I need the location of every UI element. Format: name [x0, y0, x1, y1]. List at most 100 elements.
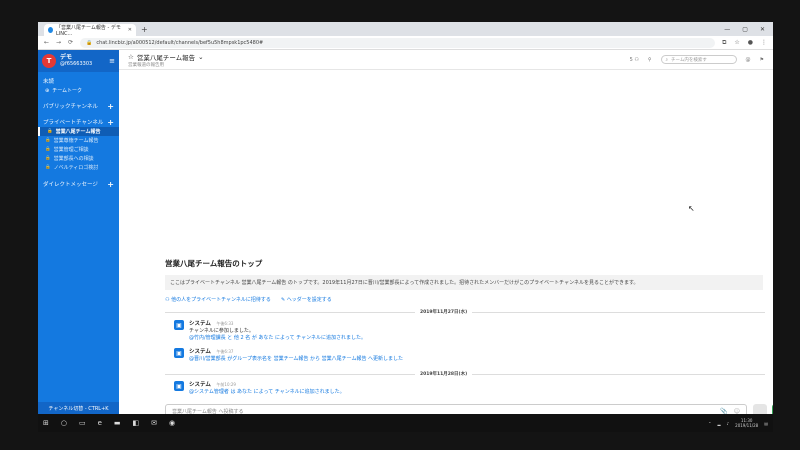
section-private[interactable]: プライベートチャンネル +	[38, 117, 119, 127]
post-meta: システム 午後6:33	[189, 320, 366, 328]
favicon-icon	[48, 27, 53, 33]
members-icon: ⚇	[634, 56, 639, 63]
section-private-label: プライベートチャンネル	[43, 120, 104, 126]
forward-icon[interactable]: →	[56, 39, 61, 46]
team-header[interactable]: T デモ @f65663303 ≡	[38, 50, 119, 72]
reload-icon[interactable]: ⟳	[68, 39, 73, 46]
lock-icon: 🔒	[47, 129, 53, 134]
store-icon[interactable]: ◧	[133, 419, 140, 427]
date-label: 2019年11月27日(水)	[415, 309, 473, 315]
more-icon[interactable]: ⋮	[761, 39, 767, 47]
lock-icon: 🔒	[45, 138, 51, 143]
sidebar-item-channel[interactable]: 🔒 営業尊徳チーム報告	[38, 136, 119, 145]
avatar: T	[42, 54, 56, 68]
tray-up-icon[interactable]: ⌃	[708, 421, 711, 426]
sidebar-item-label: 営業尊徳チーム報告	[53, 138, 99, 144]
channel-header: ☆ 営業八尾チーム報告 ⌄ 営業報道の報告用 5 ⚇ ⚲ ⌕ チーム内を検索す …	[119, 50, 773, 70]
system-tray: ⌃ ▂ ♪ 11:30 2019/11/28 ▤	[708, 418, 768, 428]
chrome-icon[interactable]: ◉	[169, 419, 175, 427]
sidebar-item-channel[interactable]: 🔒 営業管理ご相談	[38, 145, 119, 154]
search-input[interactable]: ⌕ チーム内を検索す	[660, 55, 737, 64]
sidebar-item-label: チームトーク	[52, 88, 83, 94]
date-separator: 2019年11月28日(木)	[165, 371, 765, 377]
add-direct-message-icon[interactable]: +	[107, 180, 114, 189]
sidebar-item-channel[interactable]: 🔒 ノベルティロゴ検討	[38, 163, 119, 172]
channel-view: ☆ 営業八尾チーム報告 ⌄ 営業報道の報告用 5 ⚇ ⚲ ⌕ チーム内を検索す …	[119, 50, 773, 432]
network-icon[interactable]: ▂	[718, 421, 721, 426]
member-count-button[interactable]: 5 ⚇	[630, 57, 639, 63]
channel-title-button[interactable]: ☆ 営業八尾チーム報告 ⌄	[128, 52, 204, 62]
windows-start-icon[interactable]: ⊞	[43, 419, 49, 427]
invite-members-link[interactable]: ⚇ 他の人をプライベートチャンネルに招待する	[165, 296, 271, 303]
channel-switcher[interactable]: チャンネル切替 - CTRL+K	[38, 402, 119, 414]
browser-tab[interactable]: 「営業八尾チーム報告 - デモ LINC... ✕	[44, 24, 136, 37]
sidebar-item-label: ノベルティロゴ検討	[53, 165, 99, 171]
invite-members-label: 他の人をプライベートチャンネルに招待する	[171, 297, 271, 303]
section-direct-label: ダイレクトメッセージ	[43, 182, 98, 188]
maximize-button[interactable]: ▢	[742, 26, 748, 33]
task-view-icon[interactable]: ▭	[79, 419, 86, 427]
edge-icon[interactable]: e	[98, 419, 102, 427]
channel-intro: 営業八尾チーム報告のトップ ここはプライベートチャンネル 営業八尾チーム報告 の…	[165, 258, 765, 303]
hamburger-menu-icon[interactable]: ≡	[109, 57, 115, 65]
os-taskbar: ⊞ ○ ▭ e ▬ ◧ ✉ ◉ ⌃ ▂ ♪ 11:30 2019/11/28 ▤	[38, 414, 773, 432]
mention-icon[interactable]: @	[746, 57, 751, 63]
sidebar-item-channel[interactable]: 🔒 営業部長への相談	[38, 154, 119, 163]
sidebar-item-label: 営業管理ご相談	[53, 147, 89, 153]
search-icon: ⌕	[665, 57, 669, 63]
post-meta: システム 午前10:29	[189, 381, 345, 389]
post-body: システム 午前10:29 @システム管理者 は あなた によって チャンネルに追…	[189, 381, 345, 396]
search-icon[interactable]: ○	[61, 419, 67, 427]
volume-icon[interactable]: ♪	[727, 421, 730, 426]
translate-icon[interactable]: ⧉	[722, 39, 726, 47]
close-tab-icon[interactable]: ✕	[128, 27, 132, 33]
set-header-link[interactable]: ✎ ヘッダーを設定する	[281, 296, 332, 303]
clock[interactable]: 11:30 2019/11/28	[735, 418, 758, 428]
date-label: 2019年11月28日(木)	[415, 371, 473, 377]
post-time: 午後6:33	[216, 321, 234, 326]
new-tab-button[interactable]: +	[141, 24, 148, 36]
section-public[interactable]: パブリックチャンネル +	[38, 101, 119, 111]
search-placeholder: チーム内を検索す	[671, 57, 707, 63]
section-direct[interactable]: ダイレクトメッセージ +	[38, 179, 119, 189]
lock-icon: 🔒	[45, 165, 51, 170]
message-post: ▣ システム 午後6:33 チャンネルに参加しました。 @竹内/管理課長 と 他…	[174, 320, 734, 342]
mail-icon[interactable]: ✉	[151, 419, 157, 427]
profile-icon[interactable]: ●	[748, 39, 753, 47]
flag-icon[interactable]: ⚑	[760, 57, 764, 63]
address-bar[interactable]: 🔒 chat.lincbiz.jp/a000512/default/channe…	[80, 37, 716, 48]
minimize-button[interactable]: —	[724, 26, 730, 33]
browser-actions: ⧉ ☆ ● ⋮	[722, 39, 767, 47]
system-avatar-icon: ▣	[174, 348, 184, 358]
back-icon[interactable]: ←	[44, 39, 49, 46]
post-text: @システム管理者 は あなた によって チャンネルに追加されました。	[189, 389, 345, 395]
file-explorer-icon[interactable]: ▬	[114, 419, 121, 427]
post-meta: システム 午後6:37	[189, 348, 403, 356]
sidebar: T デモ @f65663303 ≡ 未読 ⊕ チームトーク パブリックチャンネル…	[38, 50, 119, 414]
post-body: システム 午後6:37 @晋川/営業部長 がグループ表示名を 営業チーム報告 か…	[189, 348, 403, 363]
sidebar-item-label: 営業八尾チーム報告	[55, 129, 101, 135]
system-avatar-icon: ▣	[174, 381, 184, 391]
lock-icon: 🔒	[45, 156, 51, 161]
pin-icon[interactable]: ⚲	[648, 57, 652, 63]
sidebar-item-team-talk[interactable]: ⊕ チームトーク	[38, 86, 119, 95]
set-header-label: ヘッダーを設定する	[286, 297, 332, 303]
intro-actions: ⚇ 他の人をプライベートチャンネルに招待する ✎ ヘッダーを設定する	[165, 296, 765, 303]
lock-icon: 🔒	[86, 39, 93, 46]
mouse-cursor-icon: ↖	[688, 204, 695, 213]
add-private-channel-icon[interactable]: +	[107, 118, 114, 127]
post-text: チャンネルに参加しました。	[189, 328, 254, 334]
star-icon[interactable]: ☆	[128, 53, 134, 61]
user-id: @f65663303	[60, 61, 93, 67]
close-window-button[interactable]: ✕	[760, 26, 765, 33]
post-author: システム	[189, 349, 211, 355]
star-icon[interactable]: ☆	[734, 39, 739, 47]
add-public-channel-icon[interactable]: +	[107, 102, 114, 111]
sidebar-item-channel[interactable]: 🔒 営業八尾チーム報告	[38, 127, 119, 136]
message-post: ▣ システム 午前10:29 @システム管理者 は あなた によって チャンネル…	[174, 381, 734, 396]
post-author: システム	[189, 321, 211, 327]
notifications-icon[interactable]: ▤	[764, 421, 768, 426]
sidebar-item-label: 営業部長への相談	[53, 156, 94, 162]
window-controls: — ▢ ✕	[724, 26, 773, 33]
channel-title: 営業八尾チーム報告	[136, 53, 196, 62]
